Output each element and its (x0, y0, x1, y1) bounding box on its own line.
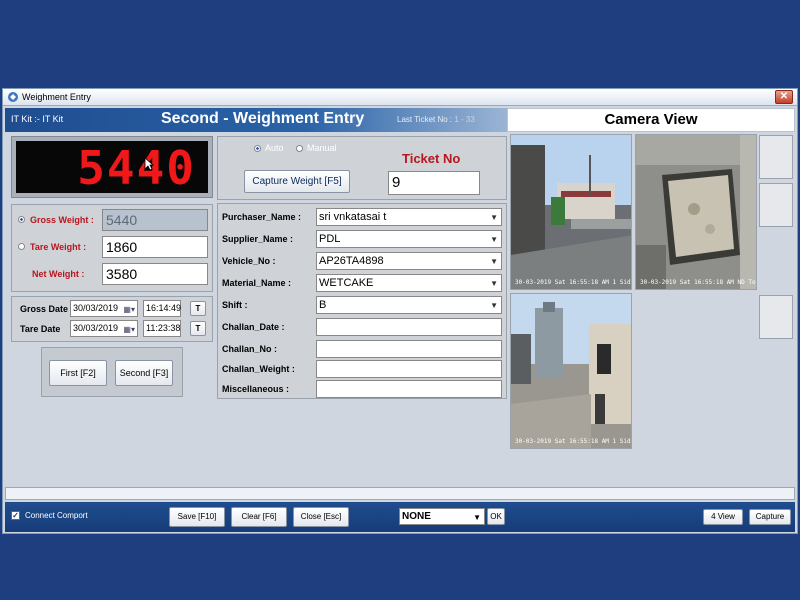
gross-date-picker[interactable]: 30/03/2019 ▦▾ (70, 300, 138, 317)
radio-unselected-icon (296, 145, 303, 153)
mouse-cursor-icon (144, 157, 154, 171)
camera-feed-2-timestamp: 30-03-2019 Sat 16:55:18 AM ND Top View (640, 279, 756, 286)
window-title: Weighment Entry (22, 92, 91, 102)
dates-panel: Gross Date 30/03/2019 ▦▾ 16:14:49 T Tare … (11, 296, 213, 342)
tare-date-picker[interactable]: 30/03/2019 ▦▾ (70, 320, 138, 337)
last-ticket-info: Last Ticket No : 1 - 33 (397, 115, 475, 124)
camera-slot-3[interactable] (759, 295, 793, 339)
weighment-entry-window: Weighment Entry ✕ IT Kit :- IT Kit Secon… (2, 88, 798, 534)
dropdown-arrow-icon: ▼ (490, 213, 498, 222)
weight-reading: 5440 (77, 141, 196, 195)
title-bar: Weighment Entry ✕ (3, 89, 797, 106)
challan-date-label: Challan_Date : (222, 322, 285, 332)
second-weighment-button[interactable]: Second [F3] (115, 360, 173, 386)
camera-feed-3-image (511, 294, 631, 448)
bottom-toolbar: ✓ Connect Comport Save [F10] Clear [F6] … (5, 502, 795, 532)
material-name-label: Material_Name : (222, 278, 292, 288)
capture-button[interactable]: Capture (749, 509, 791, 525)
company-name: IT Kit :- IT Kit (11, 114, 64, 124)
gross-weight-radio[interactable] (18, 216, 25, 223)
camera-feed-1[interactable]: 30-03-2019 Sat 16:55:18 AM 1 Side View (510, 134, 632, 290)
challan-date-field[interactable] (316, 318, 502, 336)
miscellaneous-label: Miscellaneous : (222, 384, 290, 394)
tare-time-field[interactable]: 11:23:38 (143, 320, 181, 337)
gross-date-label: Gross Date (20, 304, 69, 314)
dropdown-arrow-icon: ▼ (490, 235, 498, 244)
material-name-select[interactable]: WETCAKE ▼ (316, 274, 502, 292)
shift-label: Shift : (222, 300, 248, 310)
app-icon (8, 92, 18, 102)
net-weight-row: Net Weight : 3580 (12, 262, 212, 286)
challan-no-field[interactable] (316, 340, 502, 358)
header-bar: IT Kit :- IT Kit Second - Weighment Entr… (5, 108, 507, 132)
miscellaneous-field[interactable] (316, 380, 502, 398)
connect-comport-label: Connect Comport (25, 511, 88, 520)
last-ticket-value: 1 - 33 (454, 115, 475, 124)
dropdown-arrow-icon: ▼ (490, 279, 498, 288)
challan-weight-field[interactable] (316, 360, 502, 378)
ticket-no-label: Ticket No (402, 151, 461, 166)
first-weighment-button[interactable]: First [F2] (49, 360, 107, 386)
last-ticket-label: Last Ticket No : (397, 115, 453, 124)
camera-slot-1[interactable] (759, 135, 793, 179)
camera-slot-2[interactable] (759, 183, 793, 227)
mode-auto-radio[interactable]: Auto (254, 143, 284, 153)
purchaser-name-select[interactable]: sri vnkatasai t ▼ (316, 208, 502, 226)
supplier-name-label: Supplier_Name : (222, 234, 294, 244)
gross-weight-field[interactable]: 5440 (102, 209, 208, 231)
vehicle-no-select[interactable]: AP26TA4898 ▼ (316, 252, 502, 270)
tare-weight-label: Tare Weight : (30, 242, 87, 252)
calendar-icon: ▦▾ (123, 325, 135, 334)
challan-no-label: Challan_No : (222, 344, 278, 354)
gross-weight-row: Gross Weight : 5440 (12, 208, 212, 232)
purchaser-name-label: Purchaser_Name : (222, 212, 302, 222)
clear-button[interactable]: Clear [F6] (231, 507, 287, 527)
gross-time-t-button[interactable]: T (190, 301, 206, 316)
entry-form: Purchaser_Name : sri vnkatasai t ▼ Suppli… (217, 203, 507, 399)
close-button[interactable]: Close [Esc] (293, 507, 349, 527)
save-button[interactable]: Save [F10] (169, 507, 225, 527)
camera-feed-2[interactable]: 30-03-2019 Sat 16:55:18 AM ND Top View (635, 134, 757, 290)
weight-display-panel: 5440 (11, 136, 213, 198)
camera-feed-3[interactable]: 30-03-2019 Sat 16:55:18 AM 1 Side View (510, 293, 632, 449)
mode-manual-radio[interactable]: Manual (296, 143, 337, 153)
ticket-no-field[interactable]: 9 (388, 171, 480, 195)
camera-view-title: Camera View (507, 108, 795, 132)
page-title: Second - Weighment Entry (161, 110, 365, 127)
challan-weight-label: Challan_Weight : (222, 364, 295, 374)
shift-select[interactable]: B ▼ (316, 296, 502, 314)
capture-panel: Auto Manual Capture Weight [F5] Ticket N… (217, 136, 507, 200)
dropdown-arrow-icon: ▼ (490, 301, 498, 310)
net-weight-label: Net Weight : (32, 269, 85, 279)
connect-comport-checkbox[interactable]: ✓ (11, 511, 20, 520)
tare-date-label: Tare Date (20, 324, 61, 334)
supplier-name-select[interactable]: PDL ▼ (316, 230, 502, 248)
weight-display: 5440 (16, 141, 208, 195)
vehicle-no-label: Vehicle_No : (222, 256, 276, 266)
four-view-button[interactable]: 4 View (703, 509, 743, 525)
weighment-buttons-panel: First [F2] Second [F3] (41, 347, 183, 397)
dropdown-arrow-icon: ▼ (490, 257, 498, 266)
close-window-button[interactable]: ✕ (775, 90, 793, 104)
camera-feed-1-timestamp: 30-03-2019 Sat 16:55:18 AM 1 Side View (515, 279, 631, 286)
tare-time-t-button[interactable]: T (190, 321, 206, 336)
camera-feed-2-image (636, 135, 756, 289)
weights-panel: Gross Weight : 5440 Tare Weight : 1860 N… (11, 204, 213, 292)
ok-button[interactable]: OK (487, 508, 505, 525)
calendar-icon: ▦▾ (123, 305, 135, 314)
camera-select[interactable]: NONE ▼ (399, 508, 485, 525)
gross-weight-label: Gross Weight : (30, 215, 94, 225)
gross-time-field[interactable]: 16:14:49 (143, 300, 181, 317)
net-weight-field[interactable]: 3580 (102, 263, 208, 285)
camera-feed-3-timestamp: 30-03-2019 Sat 16:55:18 AM 1 Side View (515, 438, 631, 445)
tare-weight-radio[interactable] (18, 243, 25, 250)
dropdown-arrow-icon: ▼ (473, 513, 481, 522)
tare-weight-row: Tare Weight : 1860 (12, 235, 212, 259)
capture-weight-button[interactable]: Capture Weight [F5] (244, 170, 350, 193)
status-strip (5, 487, 795, 500)
radio-selected-icon (254, 145, 261, 153)
tare-weight-field[interactable]: 1860 (102, 236, 208, 258)
camera-feed-1-image (511, 135, 631, 289)
